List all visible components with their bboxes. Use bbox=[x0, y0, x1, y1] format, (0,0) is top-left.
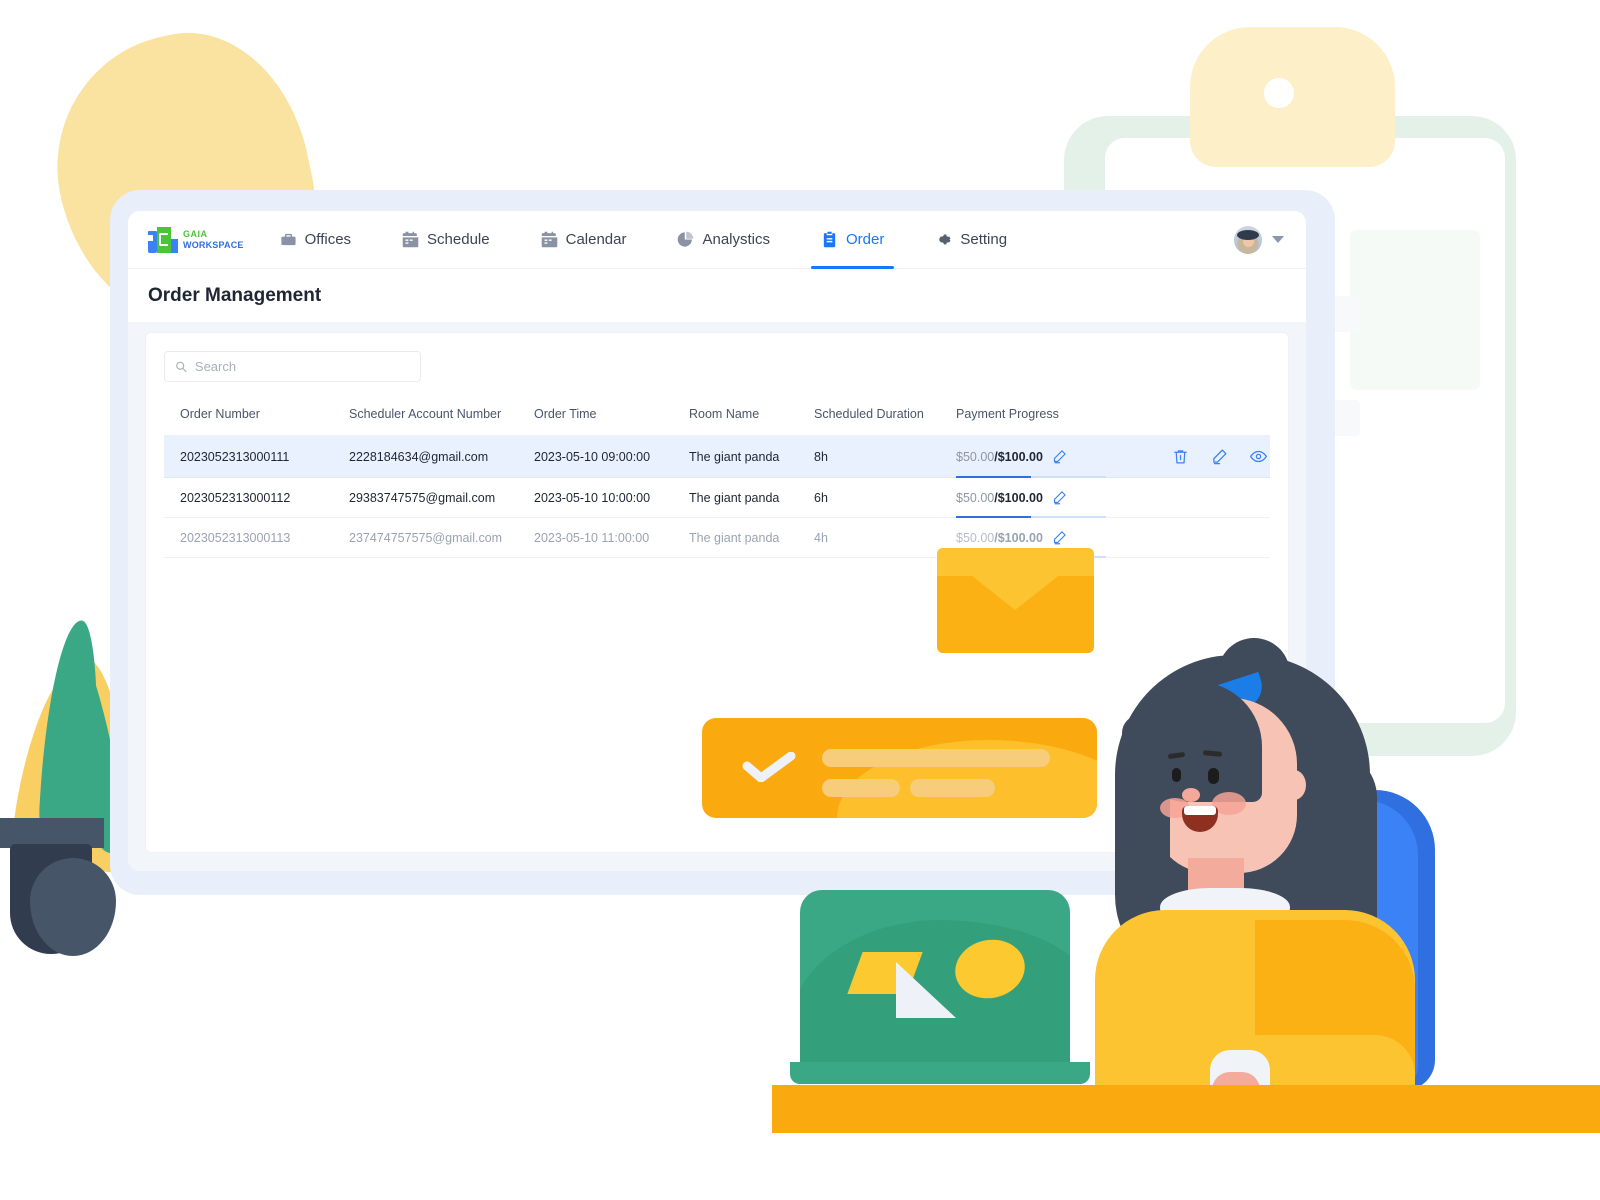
cell-order-number: 2023052313000112 bbox=[164, 477, 349, 518]
laptop-base bbox=[790, 1062, 1090, 1084]
nav-item-offices[interactable]: Offices bbox=[276, 211, 355, 269]
cell-order-number: 2023052313000113 bbox=[164, 517, 349, 558]
cell-order-time: 2023-05-10 10:00:00 bbox=[534, 477, 689, 518]
search-icon bbox=[176, 361, 187, 373]
plant-pot-highlight bbox=[30, 858, 116, 956]
pie-chart-icon bbox=[678, 231, 694, 247]
nav-label-schedule: Schedule bbox=[427, 231, 490, 248]
cell-room-name: The giant panda bbox=[689, 435, 814, 478]
nav-item-order[interactable]: Order bbox=[810, 211, 895, 269]
cell-account: 2228184634@gmail.com bbox=[349, 435, 534, 478]
table-header-row: Order Number Scheduler Account Number Or… bbox=[164, 398, 1270, 436]
page-header: Order Management bbox=[128, 269, 1306, 322]
cell-order-time: 2023-05-10 09:00:00 bbox=[534, 435, 689, 478]
nav-label-analytics: Analystics bbox=[702, 231, 771, 248]
payment-total: $100.00 bbox=[997, 530, 1043, 545]
gear-icon bbox=[939, 234, 951, 245]
nav-item-calendar[interactable]: Calendar bbox=[537, 211, 631, 269]
cell-account: 237474757575@gmail.com bbox=[349, 517, 534, 558]
nav-label-calendar: Calendar bbox=[565, 231, 627, 248]
table-body: 2023052313000111 2228184634@gmail.com 20… bbox=[164, 435, 1270, 558]
payment-total: $100.00 bbox=[997, 490, 1043, 505]
top-navbar: GAIA WORKSPACE Offices Schedule Calendar… bbox=[128, 211, 1306, 269]
nav-label-order: Order bbox=[846, 231, 885, 248]
column-header-order-number: Order Number bbox=[164, 398, 349, 436]
payment-progress-track bbox=[956, 556, 1106, 558]
app-window: GAIA WORKSPACE Offices Schedule Calendar… bbox=[128, 211, 1306, 871]
delete-icon[interactable] bbox=[1172, 448, 1189, 465]
clipboard-icon bbox=[823, 231, 836, 248]
edit-icon[interactable] bbox=[1211, 448, 1228, 465]
payment-paid: $50.00 bbox=[956, 449, 995, 464]
cell-actions bbox=[1166, 477, 1270, 518]
decorative-page-block bbox=[1350, 230, 1480, 390]
cell-payment-progress: $50.00/$100.00 bbox=[956, 435, 1166, 478]
logo-wordmark: GAIA WORKSPACE bbox=[183, 228, 244, 250]
calendar-icon bbox=[541, 231, 557, 248]
nav-label-offices: Offices bbox=[304, 231, 352, 248]
cell-payment-progress: $50.00/$100.00 bbox=[956, 517, 1166, 558]
column-header-duration: Scheduled Duration bbox=[814, 398, 956, 436]
gaia-building-logo-icon bbox=[148, 226, 178, 253]
search-box[interactable] bbox=[164, 351, 421, 382]
edit-payment-icon[interactable] bbox=[1052, 449, 1067, 464]
table-row[interactable]: 2023052313000112 29383747575@gmail.com 2… bbox=[164, 477, 1270, 518]
edit-payment-icon[interactable] bbox=[1052, 530, 1067, 545]
page-title: Order Management bbox=[148, 284, 322, 306]
edit-payment-icon[interactable] bbox=[1052, 490, 1067, 505]
account-menu[interactable] bbox=[1234, 225, 1284, 254]
cell-duration: 4h bbox=[814, 517, 956, 558]
cell-room-name: The giant panda bbox=[689, 517, 814, 558]
cell-account: 29383747575@gmail.com bbox=[349, 477, 534, 518]
table-row[interactable]: 2023052313000113 237474757575@gmail.com … bbox=[164, 517, 1270, 558]
orders-card: Order Number Scheduler Account Number Or… bbox=[145, 332, 1289, 853]
nav-item-schedule[interactable]: Schedule bbox=[398, 211, 494, 269]
payment-paid: $50.00 bbox=[956, 530, 995, 545]
cell-duration: 8h bbox=[814, 435, 956, 478]
orders-table: Order Number Scheduler Account Number Or… bbox=[164, 398, 1270, 558]
avatar[interactable] bbox=[1234, 225, 1262, 254]
column-header-room-name: Room Name bbox=[689, 398, 814, 436]
table-row[interactable]: 2023052313000111 2228184634@gmail.com 20… bbox=[164, 435, 1270, 478]
payment-total: $100.00 bbox=[997, 449, 1043, 464]
cell-actions bbox=[1166, 517, 1270, 558]
cell-payment-progress: $50.00/$100.00 bbox=[956, 477, 1166, 518]
column-header-account: Scheduler Account Number bbox=[349, 398, 534, 436]
payment-paid: $50.00 bbox=[956, 490, 995, 505]
nav-item-setting[interactable]: Setting bbox=[931, 211, 1011, 269]
column-header-order-time: Order Time bbox=[534, 398, 689, 436]
table-head: Order Number Scheduler Account Number Or… bbox=[164, 398, 1270, 436]
cell-room-name: The giant panda bbox=[689, 477, 814, 518]
nav-label-setting: Setting bbox=[960, 231, 1008, 248]
nav-item-analytics[interactable]: Analystics bbox=[673, 211, 774, 269]
column-header-payment-progress: Payment Progress bbox=[956, 398, 1166, 436]
laptop-screen-shape bbox=[896, 962, 956, 1018]
laptop-illustration bbox=[800, 890, 1070, 1080]
desk-illustration bbox=[772, 1085, 1600, 1133]
content-area: Order Number Scheduler Account Number Or… bbox=[128, 322, 1306, 871]
cell-order-time: 2023-05-10 11:00:00 bbox=[534, 517, 689, 558]
logo-line-1: GAIA bbox=[183, 228, 208, 239]
calendar-icon bbox=[402, 231, 419, 248]
cell-order-number: 2023052313000111 bbox=[164, 435, 349, 478]
row-actions bbox=[1166, 448, 1270, 465]
app-logo[interactable]: GAIA WORKSPACE bbox=[148, 226, 244, 253]
cell-duration: 6h bbox=[814, 477, 956, 518]
payment-progress-fill bbox=[956, 556, 1031, 558]
decorative-clip-hole bbox=[1264, 78, 1294, 108]
logo-line-2: WORKSPACE bbox=[183, 239, 244, 250]
chevron-down-icon[interactable] bbox=[1272, 236, 1284, 243]
screenshot-stage: GAIA WORKSPACE Offices Schedule Calendar… bbox=[0, 0, 1600, 1200]
view-icon[interactable] bbox=[1250, 448, 1267, 465]
briefcase-icon bbox=[281, 233, 296, 246]
column-header-actions bbox=[1166, 398, 1270, 436]
search-input[interactable] bbox=[194, 359, 410, 374]
cell-actions bbox=[1166, 435, 1270, 478]
